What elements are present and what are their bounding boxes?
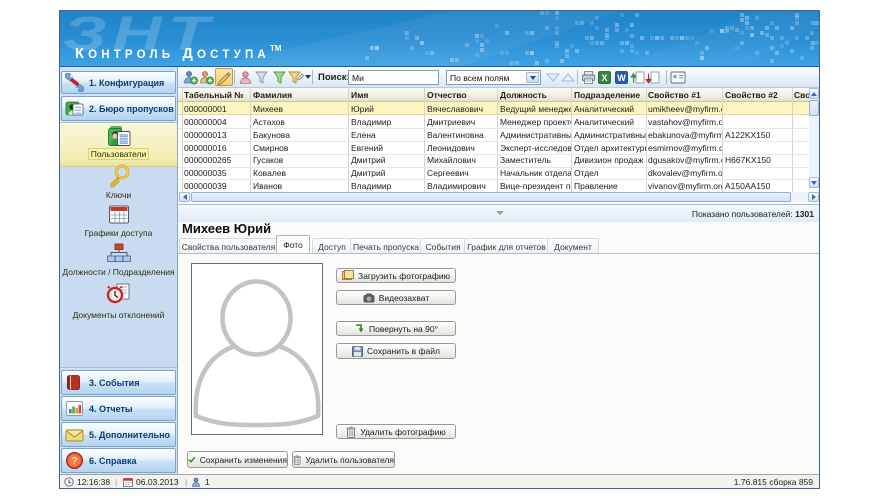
svg-text:X: X [601,73,607,83]
svg-text:?: ? [71,456,78,468]
svg-text:W: W [617,73,626,83]
